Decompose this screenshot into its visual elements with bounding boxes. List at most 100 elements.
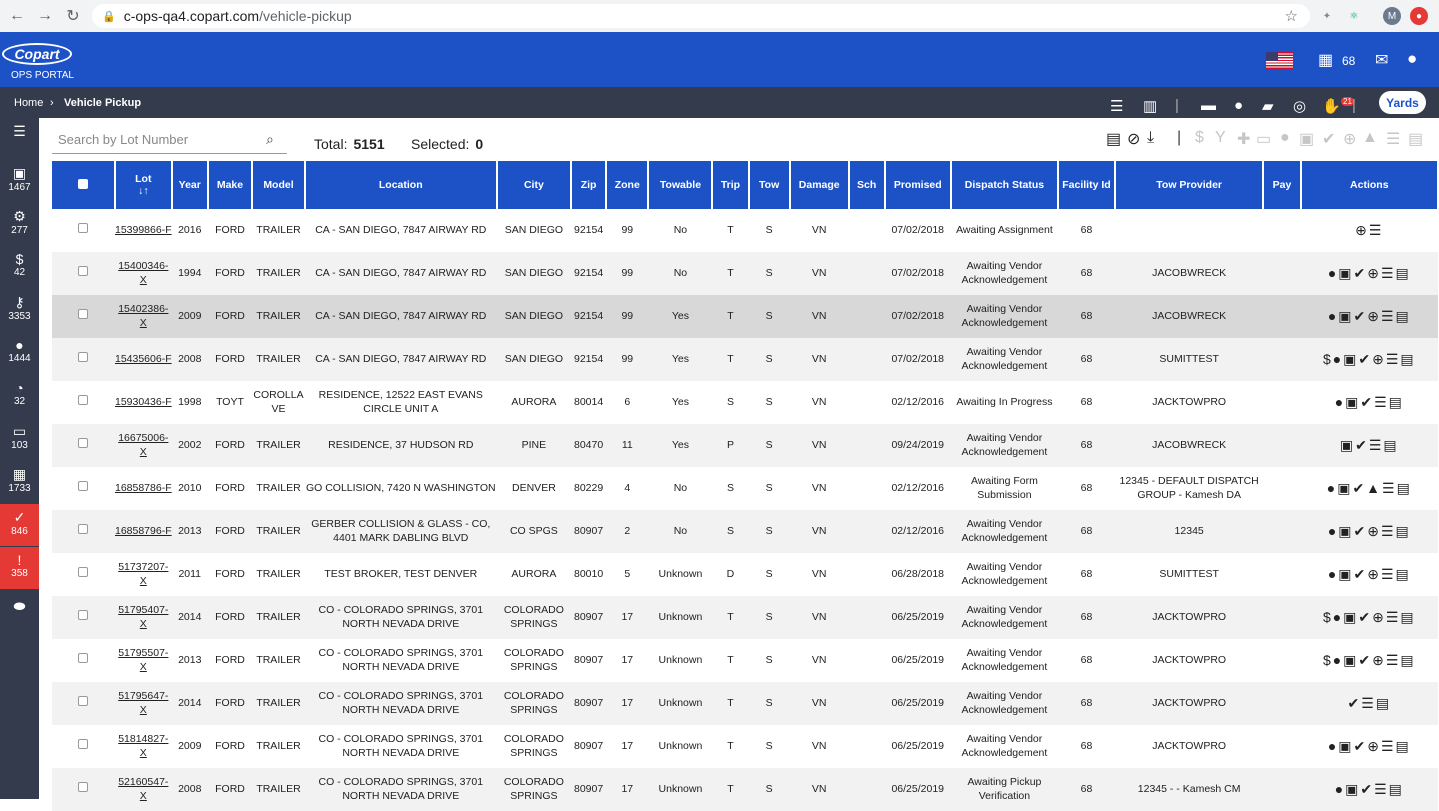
row-select-cell[interactable] (52, 424, 115, 467)
cell-lot[interactable]: 15402386-X (114, 295, 172, 338)
row-checkbox[interactable] (78, 782, 89, 793)
cell-lot[interactable]: 16858796-F (114, 510, 172, 553)
sidebar-item-filter[interactable]: ☰ (0, 118, 39, 160)
row-checkbox[interactable] (78, 395, 89, 406)
yards-button[interactable]: Yards (1379, 91, 1426, 114)
cell-actions[interactable]: ●▣✔▲☰▤ (1301, 467, 1438, 510)
map-view-icon[interactable]: ▥ (1143, 97, 1157, 115)
sidebar-item-clock[interactable]: ◔ 32 (0, 375, 39, 417)
table-row[interactable]: 51795647-X 2014 FORD TRAILER CO - COLORADO S… (52, 682, 1438, 725)
column-header-dispatch-status[interactable]: Dispatch Status (950, 161, 1060, 209)
dollar-icon[interactable]: $ (1195, 129, 1204, 147)
steering-icon[interactable]: ◎ (1293, 97, 1306, 115)
column-header-zip[interactable]: Zip (571, 161, 608, 209)
column-header-pay[interactable]: Pay (1263, 161, 1302, 209)
column-header-towable[interactable]: Towable (648, 161, 714, 209)
column-header-facility-id[interactable]: Facility Id (1058, 161, 1116, 209)
cell-actions[interactable]: $●▣✔⊕☰▤ (1301, 639, 1438, 682)
extension-icon[interactable]: ⚛ (1345, 7, 1363, 25)
cell-actions[interactable]: ⊕☰ (1301, 209, 1438, 252)
sidebar-item-car-tow[interactable]: ⚙ 277 (0, 203, 39, 245)
table-row[interactable]: 16858786-F 2010 FORD TRAILER GO COLLISION, 7… (52, 467, 1438, 510)
sidebar-item-pin[interactable]: ● 1444 (0, 332, 39, 374)
sidebar-item-alert[interactable]: ! 358 (0, 547, 39, 589)
cell-lot[interactable]: 16858786-F (115, 467, 172, 510)
pin-icon[interactable]: ● (1234, 97, 1243, 114)
copart-logo[interactable]: Copart (2, 43, 72, 65)
cell-actions[interactable]: ✔☰▤ (1300, 682, 1438, 725)
row-select-cell[interactable] (52, 639, 115, 682)
reload-icon[interactable]: ↻ (62, 6, 84, 26)
warning-icon[interactable]: ▲ (1362, 129, 1378, 147)
table-row[interactable]: 51737207-X 2011 FORD TRAILER TEST BROKER, TE… (52, 553, 1438, 596)
table-row[interactable]: 15930436-F 1998 TOYT COROLLA VE RESIDENCE, 1… (52, 381, 1438, 424)
back-icon[interactable]: ← (6, 7, 28, 25)
row-checkbox[interactable] (78, 524, 89, 535)
sidebar-item-car-dollar[interactable]: $42 (0, 246, 39, 288)
table-row[interactable]: 15399866-F 2016 FORD TRAILER CA - SAN DIEGO,… (52, 209, 1438, 252)
row-select-cell[interactable] (52, 768, 115, 811)
cell-actions[interactable]: ●▣✔☰▤ (1300, 768, 1438, 811)
column-header-model[interactable]: Model (252, 161, 306, 209)
select-all-checkbox[interactable] (77, 178, 88, 189)
table-row[interactable]: 15435606-F 2008 FORD TRAILER CA - SAN DIEGO,… (52, 338, 1438, 381)
row-select-cell[interactable] (52, 553, 115, 596)
cell-lot[interactable]: 15930436-F (115, 381, 172, 424)
select-all-header[interactable] (52, 161, 116, 209)
search-input[interactable]: Search by Lot Number (52, 128, 287, 154)
bookmark-star-icon[interactable]: ☆ (1285, 7, 1298, 25)
cell-actions[interactable]: ●▣✔⊕☰▤ (1301, 725, 1438, 768)
row-checkbox[interactable] (78, 653, 89, 664)
extension-icon[interactable]: ✦ (1318, 7, 1336, 25)
column-header-zone[interactable]: Zone (606, 161, 650, 209)
cell-actions[interactable]: $●▣✔⊕☰▤ (1300, 596, 1438, 639)
column-header-actions[interactable]: Actions (1300, 161, 1439, 209)
building-icon[interactable]: ▦ (1318, 50, 1333, 70)
cell-lot[interactable]: 51737207-X (115, 553, 172, 596)
row-checkbox[interactable] (78, 567, 89, 578)
search-icon[interactable]: ⌕ (266, 131, 274, 148)
documents-icon[interactable]: ▤ (1408, 129, 1423, 149)
row-select-cell[interactable] (52, 338, 115, 381)
us-flag-icon[interactable] (1266, 52, 1293, 69)
cell-lot[interactable]: 51795407-X (114, 596, 172, 639)
row-select-cell[interactable] (52, 467, 115, 510)
sidebar-item-calendar[interactable]: ▦ 1733 (0, 461, 39, 503)
table-row[interactable]: 51814827-X 2009 FORD TRAILER CO - COLORADO S… (52, 725, 1438, 768)
row-checkbox[interactable] (78, 481, 89, 492)
pin-plus-icon[interactable]: ⊕ (1343, 129, 1356, 149)
sidebar-item-check[interactable]: ✓ 846 (0, 504, 39, 546)
cell-actions[interactable]: ●▣✔⊕☰▤ (1300, 510, 1438, 553)
sidebar-item-toggle[interactable]: ⬬ (0, 593, 39, 635)
row-select-cell[interactable] (52, 209, 115, 252)
column-header-trip[interactable]: Trip (712, 161, 750, 209)
extension-icon[interactable]: ● (1410, 7, 1428, 25)
sidebar-item-car-doc[interactable]: ▣ 1467 (0, 160, 39, 202)
clipboard-check-icon[interactable]: ✔ (1322, 129, 1335, 149)
row-select-cell[interactable] (52, 682, 115, 725)
row-select-cell[interactable] (52, 252, 115, 295)
cell-lot[interactable]: 51795647-X (114, 682, 172, 725)
medical-icon[interactable]: ✚ (1237, 129, 1250, 149)
address-bar[interactable]: 🔒 c-ops-qa4.copart.com/vehicle-pickup ☆ (92, 4, 1310, 28)
row-checkbox[interactable] (78, 438, 89, 449)
id-card-icon[interactable]: ▣ (1299, 129, 1314, 149)
column-header-make[interactable]: Make (207, 161, 254, 209)
add-document-icon[interactable]: ▤ (1106, 129, 1121, 149)
table-row[interactable]: 51795407-X 2014 FORD TRAILER CO - COLORADO S… (52, 596, 1438, 639)
cell-lot[interactable]: 51795507-X (115, 639, 172, 682)
sort-icon[interactable]: ↓↑ (116, 185, 171, 197)
sidebar-item-bus[interactable]: ▭ 103 (0, 418, 39, 460)
cell-lot[interactable]: 15400346-X (114, 252, 172, 295)
cell-lot[interactable]: 15435606-F (114, 338, 172, 381)
column-header-damage[interactable]: Damage (789, 161, 850, 209)
car-icon[interactable]: ▬ (1201, 97, 1216, 114)
row-select-cell[interactable] (52, 596, 115, 639)
cell-actions[interactable]: ●▣✔⊕☰▤ (1301, 553, 1438, 596)
column-header-lot[interactable]: Lot ↓↑ (114, 161, 173, 209)
user-icon[interactable]: ● (1407, 49, 1417, 69)
column-header-year[interactable]: Year (171, 161, 209, 209)
cell-lot[interactable]: 52160547-X (114, 768, 172, 811)
download-icon[interactable]: ⤓ (1147, 129, 1154, 147)
table-row[interactable]: 16675006-X 2002 FORD TRAILER RESIDENCE, 37 H… (52, 424, 1438, 467)
